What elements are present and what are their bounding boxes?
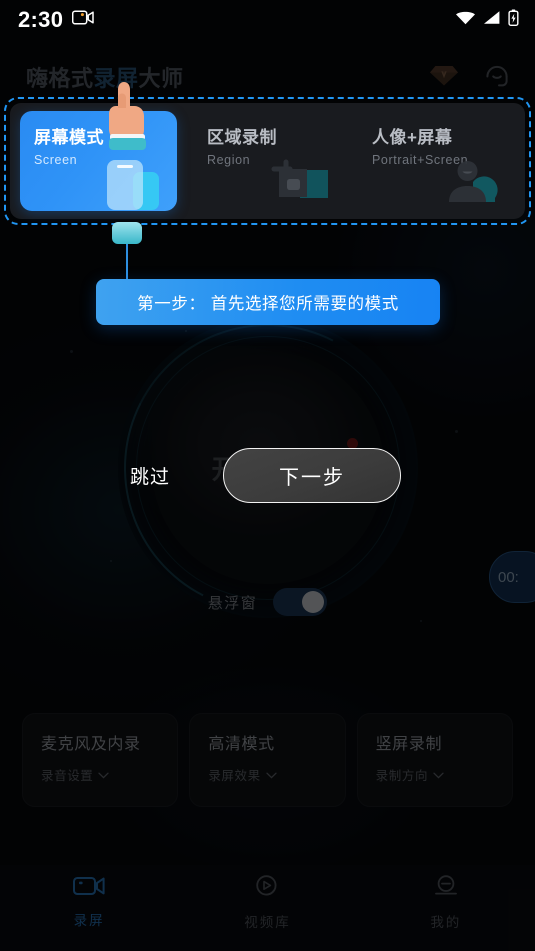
nav-label: 视频库 bbox=[244, 915, 291, 930]
option-title: 高清模式 bbox=[208, 736, 275, 753]
nav-item-record[interactable]: 录屏 bbox=[0, 875, 178, 929]
mode-selector-spotlight: 屏幕模式 Screen 区域录制 Region 人像+屏幕 Portrait+S… bbox=[4, 97, 531, 225]
mode-card-portrait-screen[interactable]: 人像+屏幕 Portrait+Screen bbox=[350, 111, 515, 211]
decor-speck bbox=[455, 430, 458, 433]
battery-charging-icon bbox=[508, 9, 519, 31]
camcorder-icon bbox=[72, 10, 94, 30]
status-bar-left: 2:30 bbox=[18, 9, 94, 31]
wifi-icon bbox=[455, 10, 476, 30]
app-header: 嗨格式录屏大师 bbox=[0, 56, 535, 98]
option-subtitle-row: 录音设置 bbox=[41, 765, 177, 784]
option-card-audio[interactable]: 麦克风及内录 录音设置 bbox=[22, 713, 179, 807]
option-subtitle: 录屏效果 bbox=[208, 769, 261, 783]
mode-selector-panel: 屏幕模式 Screen 区域录制 Region 人像+屏幕 Portrait+S… bbox=[10, 103, 525, 219]
toggle-knob bbox=[302, 591, 325, 613]
nav-label: 我的 bbox=[430, 915, 462, 930]
video-camera-icon bbox=[73, 875, 105, 902]
option-title: 麦克风及内录 bbox=[41, 736, 141, 753]
skip-button[interactable]: 跳过 bbox=[130, 462, 170, 489]
tooltip-connector-stem bbox=[126, 238, 128, 284]
phone-screen-icon bbox=[99, 154, 165, 211]
status-bar: 2:30 bbox=[0, 0, 535, 40]
app-title-prefix: 嗨格式 bbox=[26, 66, 94, 91]
nav-item-profile[interactable]: 我的 bbox=[357, 875, 535, 931]
decor-speck bbox=[110, 560, 112, 562]
chevron-down-icon bbox=[98, 768, 110, 782]
user-profile-icon bbox=[432, 875, 460, 904]
floating-window-row: 悬浮窗 bbox=[0, 588, 535, 616]
mode-card-title: 人像+屏幕 bbox=[372, 128, 453, 147]
option-card-quality[interactable]: 高清模式 录屏效果 bbox=[189, 713, 346, 807]
option-subtitle: 录制方向 bbox=[375, 769, 429, 783]
region-crop-icon bbox=[270, 158, 334, 209]
decor-speck bbox=[420, 620, 422, 622]
headset-support-icon[interactable] bbox=[483, 61, 511, 94]
play-circle-icon bbox=[254, 875, 280, 904]
floating-timer-chip[interactable]: 00: bbox=[489, 551, 535, 603]
status-bar-right bbox=[455, 9, 519, 31]
floating-timer-text: 00: bbox=[498, 568, 519, 586]
chevron-down-icon bbox=[433, 768, 444, 782]
header-actions bbox=[429, 61, 511, 94]
recording-options-row: 麦克风及内录 录音设置 高清模式 录屏效果 竖屏录制 录制方向 bbox=[0, 713, 535, 807]
floating-window-label: 悬浮窗 bbox=[207, 594, 258, 612]
option-subtitle-row: 录制方向 bbox=[376, 765, 512, 784]
option-subtitle-row: 录屏效果 bbox=[208, 765, 344, 784]
onboarding-tooltip-text: 第一步： 首先选择您所需要的模式 bbox=[137, 295, 399, 313]
tooltip-connector-cap bbox=[112, 222, 142, 244]
next-step-button[interactable]: 下一步 bbox=[223, 448, 401, 503]
floating-window-toggle[interactable] bbox=[273, 588, 328, 616]
app-screen: 2:30 嗨格式录屏大师 悬浮窗 00: 麦克风及内录 录音设置 高清模式 录屏… bbox=[0, 0, 535, 951]
nav-label: 录屏 bbox=[73, 913, 105, 928]
mode-card-title: 区域录制 bbox=[207, 128, 277, 147]
status-bar-clock: 2:30 bbox=[18, 7, 64, 32]
pointing-hand-icon bbox=[100, 78, 156, 155]
mode-card-region[interactable]: 区域录制 Region bbox=[185, 111, 350, 211]
nav-item-video-library[interactable]: 视频库 bbox=[178, 875, 356, 931]
decor-speck bbox=[70, 350, 73, 353]
bottom-navigation: 录屏 视频库 我的 bbox=[0, 865, 535, 951]
chevron-down-icon bbox=[266, 768, 277, 782]
cellular-signal-icon bbox=[483, 10, 501, 30]
option-title: 竖屏录制 bbox=[375, 736, 443, 753]
option-card-orientation[interactable]: 竖屏录制 录制方向 bbox=[356, 713, 513, 807]
option-subtitle: 录音设置 bbox=[41, 769, 94, 783]
person-portrait-icon bbox=[443, 160, 499, 209]
onboarding-tooltip: 第一步： 首先选择您所需要的模式 bbox=[96, 279, 440, 325]
diamond-vip-icon[interactable] bbox=[429, 63, 459, 92]
